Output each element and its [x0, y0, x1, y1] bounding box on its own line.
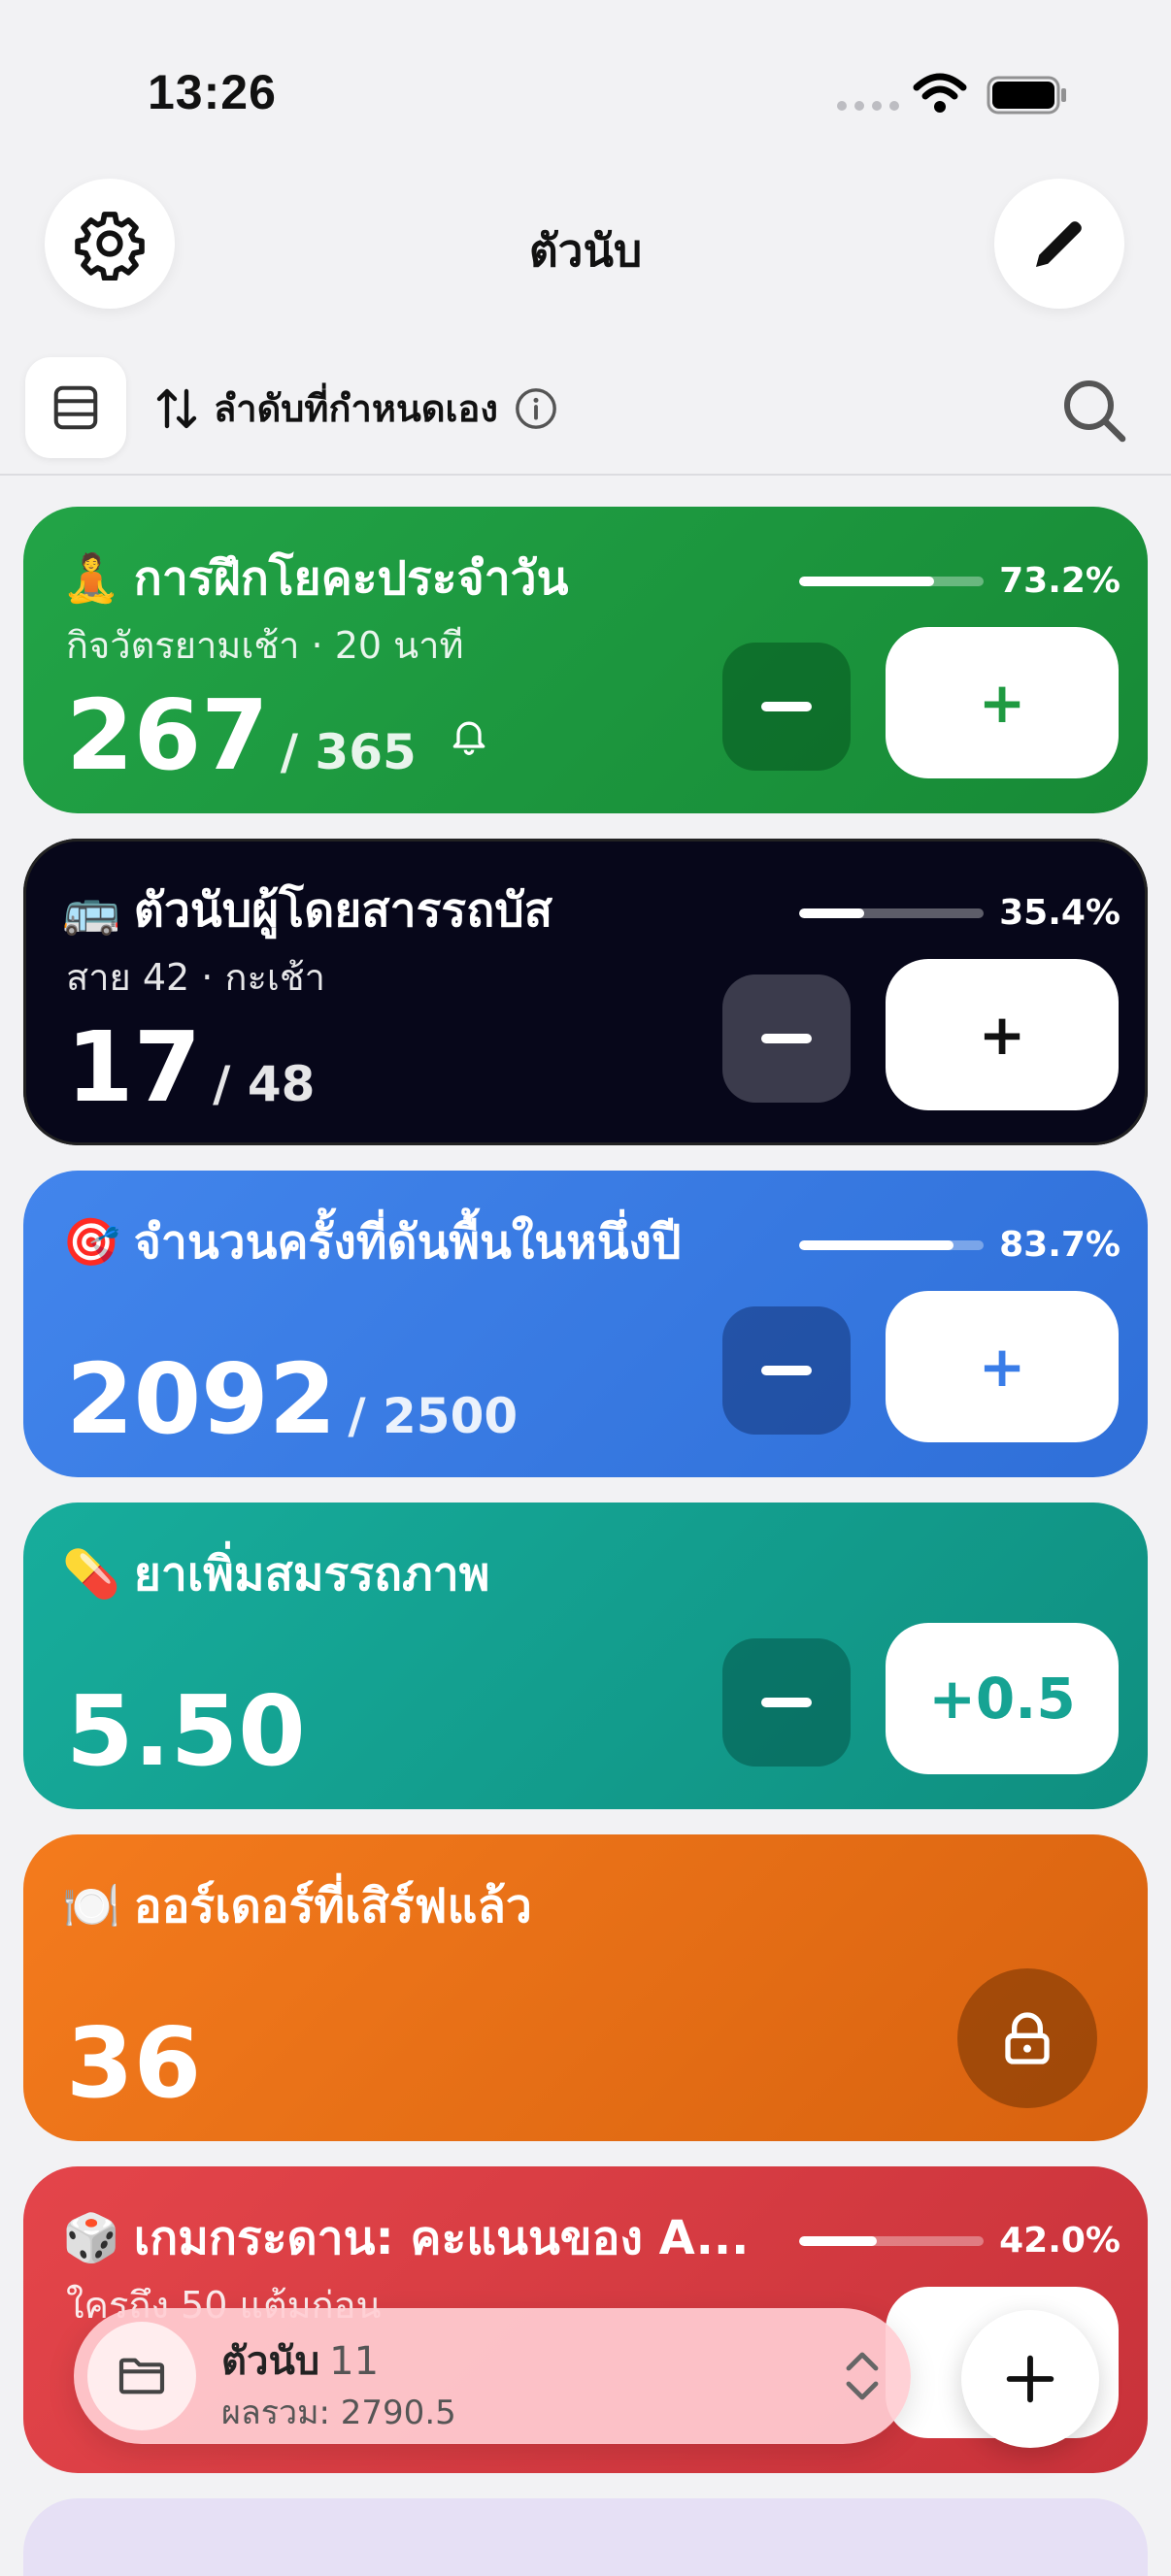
decrement-button[interactable]: [722, 1638, 851, 1767]
counter-value-group: 5.50: [66, 1683, 306, 1780]
progress-indicator: 83.7%: [799, 1225, 1121, 1265]
counter-value: 17: [66, 1010, 202, 1124]
counter-card[interactable]: 🧘 การฝึกโยคะประจำวัน กิจวัตรยามเช้า · 20 …: [23, 507, 1148, 813]
status-bar: 13:26: [0, 0, 1171, 175]
status-time: 13:26: [148, 65, 277, 119]
progress-track: [799, 576, 985, 586]
progress-fill: [799, 576, 935, 586]
progress-label: 42.0%: [999, 2221, 1121, 2261]
counter-value: 267: [66, 678, 269, 792]
increment-button[interactable]: +: [886, 959, 1119, 1110]
counter-target: / 48: [213, 1056, 316, 1112]
counter-target: / 365: [280, 724, 417, 780]
minus-icon: [761, 702, 812, 711]
counter-title: 💊 ยาเพิ่มสมรรถภาพ: [62, 1547, 490, 1602]
minus-icon: [761, 1366, 812, 1375]
progress-indicator: 73.2%: [799, 561, 1121, 601]
progress-fill: [799, 908, 865, 918]
pencil-icon: [1036, 221, 1082, 267]
plate-icon: 🍽️: [62, 1879, 120, 1933]
minus-icon: [761, 1698, 812, 1707]
sort-arrows-icon: [156, 388, 197, 428]
counter-title: 🧘 การฝึกโยคะประจำวัน: [62, 551, 569, 606]
progress-label: 73.2%: [999, 561, 1121, 601]
counter-title: 🍽️ ออร์เดอร์ที่เสิร์ฟแล้ว: [62, 1879, 532, 1933]
counter-card[interactable]: 💊 ยาเพิ่มสมรรถภาพ 5.50 +0.5: [23, 1503, 1148, 1809]
lock-button[interactable]: [957, 1968, 1097, 2108]
increment-button[interactable]: +: [886, 627, 1119, 778]
counter-value: 5.50: [66, 1674, 306, 1788]
bus-icon: 🚌: [62, 883, 120, 938]
lock-icon: [1005, 2012, 1050, 2064]
target-icon: 🎯: [62, 1215, 120, 1270]
bell-icon: [452, 721, 485, 755]
battery-icon: [987, 76, 1066, 115]
group-count: 11: [329, 2339, 380, 2384]
layout-toggle-button[interactable]: [25, 357, 126, 458]
group-selector[interactable]: ตัวนับ 11 ผลรวม: 2790.5: [74, 2308, 911, 2444]
group-title: ตัวนับ 11: [221, 2339, 380, 2384]
progress-label: 35.4%: [999, 893, 1121, 933]
sort-selector[interactable]: ลำดับที่กำหนดเอง: [155, 379, 558, 438]
counter-card-peek: [23, 2498, 1148, 2576]
counter-value-group: 36: [66, 2015, 201, 2112]
counter-value: 2092: [66, 1342, 337, 1456]
progress-label: 83.7%: [999, 1225, 1121, 1265]
decrement-button[interactable]: [722, 1306, 851, 1435]
folder-button[interactable]: [87, 2322, 196, 2430]
cellular-signal-icon: [837, 101, 899, 111]
info-icon[interactable]: [514, 386, 558, 431]
yoga-icon: 🧘: [62, 551, 120, 606]
counter-value-group: 267 / 365: [66, 687, 490, 784]
add-counter-button[interactable]: [961, 2310, 1099, 2448]
progress-indicator: 35.4%: [799, 893, 1121, 933]
progress-fill: [799, 2235, 877, 2246]
minus-icon: [761, 1034, 812, 1043]
counter-value: 36: [66, 2006, 202, 2120]
progress-track: [799, 1239, 985, 1250]
pill-icon: 💊: [62, 1547, 120, 1602]
progress-fill: [799, 1239, 954, 1250]
wifi-icon: [913, 73, 967, 113]
progress-track: [799, 2235, 985, 2246]
counter-card[interactable]: 🎯 จำนวนครั้งที่ดันพื้นในหนึ่งปี 2092 / 25…: [23, 1171, 1148, 1477]
folder-icon: [118, 2358, 165, 2394]
chevron-up-down-icon: [846, 2352, 879, 2400]
list-layout-icon: [53, 385, 98, 430]
counter-title: 🎲 เกมกระดาน: คะแนนของ A...: [62, 2211, 750, 2265]
counter-subtitle: สาย 42 · กะเช้า: [66, 956, 326, 999]
toolbar-divider: [0, 474, 1171, 476]
increment-button[interactable]: +0.5: [886, 1623, 1119, 1774]
counter-target: / 2500: [348, 1388, 519, 1444]
counter-subtitle: กิจวัตรยามเช้า · 20 นาที: [66, 624, 464, 667]
sort-label: ลำดับที่กำหนดเอง: [214, 387, 498, 430]
increment-button[interactable]: +: [886, 1291, 1119, 1442]
counter-title: 🚌 ตัวนับผู้โดยสารรถบัส: [62, 883, 553, 938]
toolbar: ลำดับที่กำหนดเอง: [0, 349, 1171, 476]
counter-title: 🎯 จำนวนครั้งที่ดันพื้นในหนึ่งปี: [62, 1215, 682, 1270]
search-icon[interactable]: [1058, 375, 1128, 445]
decrement-button[interactable]: [722, 974, 851, 1103]
plus-icon: [1006, 2355, 1054, 2403]
edit-button[interactable]: [994, 179, 1124, 309]
dice-icon: 🎲: [62, 2211, 120, 2265]
counter-value-group: 2092 / 2500: [66, 1351, 518, 1448]
counter-value-group: 17 / 48: [66, 1019, 315, 1116]
progress-indicator: 42.0%: [799, 2221, 1121, 2261]
group-sum: ผลรวม: 2790.5: [221, 2394, 456, 2432]
progress-track: [799, 908, 985, 918]
counter-card[interactable]: 🍽️ ออร์เดอร์ที่เสิร์ฟแล้ว 36: [23, 1834, 1148, 2141]
decrement-button[interactable]: [722, 643, 851, 771]
counter-card[interactable]: 🚌 ตัวนับผู้โดยสารรถบัส สาย 42 · กะเช้า 17…: [23, 839, 1148, 1145]
